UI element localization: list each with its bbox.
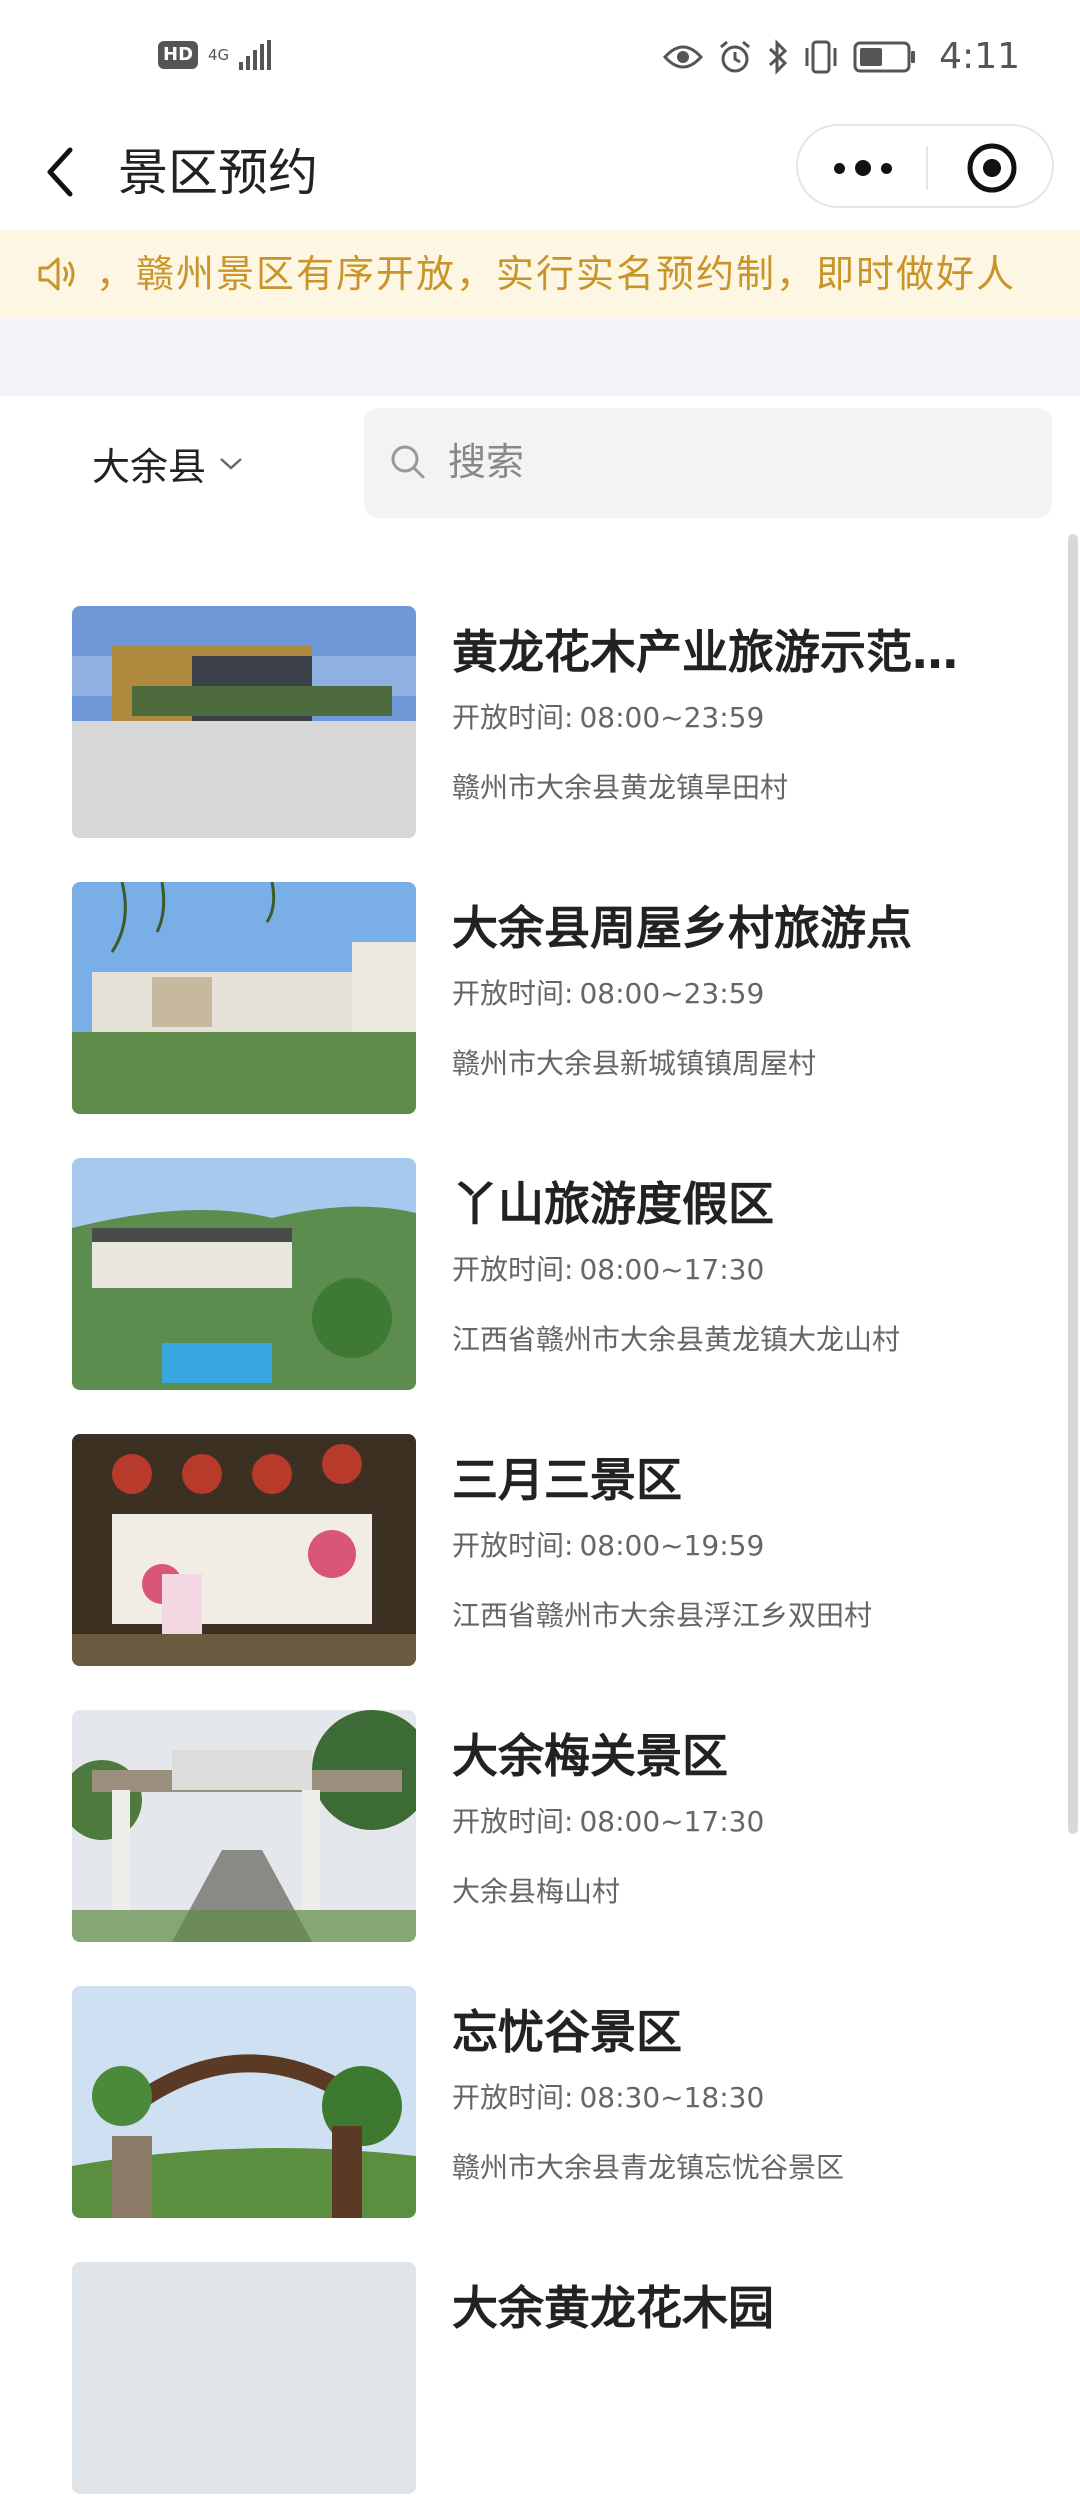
scenic-thumbnail bbox=[72, 1710, 416, 1942]
signal-icon bbox=[239, 40, 272, 70]
scenic-thumbnail bbox=[72, 882, 416, 1114]
item-hours: 开放时间: 08:00~23:59 bbox=[452, 974, 764, 1014]
item-address: 赣州市大余县新城镇镇周屋村 bbox=[452, 1047, 817, 1080]
item-title: 丫山旅游度假区 bbox=[452, 1177, 774, 1231]
item-title: 大余黄龙花木园 bbox=[452, 2281, 774, 2335]
target-close-icon bbox=[967, 143, 1017, 193]
filter-row: 大余县 搜索 bbox=[0, 396, 1080, 526]
item-address: 大余县梅山村 bbox=[452, 1875, 621, 1908]
item-address: 赣州市大余县黄龙镇旱田村 bbox=[452, 771, 789, 804]
list-item[interactable]: 忘忧谷景区 开放时间: 08:30~18:30 赣州市大余县青龙镇忘忧谷景区 bbox=[0, 1960, 1080, 2220]
search-icon bbox=[391, 445, 425, 479]
list-item[interactable]: 大余梅关景区 开放时间: 08:00~17:30 大余县梅山村 bbox=[0, 1684, 1080, 1944]
more-dot-icon bbox=[855, 160, 871, 176]
item-title: 黄龙花木产业旅游示范基地 bbox=[452, 625, 972, 679]
hours-label: 开放时间: bbox=[452, 701, 574, 734]
region-selector[interactable]: 大余县 bbox=[92, 436, 244, 491]
item-hours: 开放时间: 08:00~17:30 bbox=[452, 1802, 764, 1842]
list-item[interactable]: 黄龙花木产业旅游示范基地 开放时间: 08:00~23:59 赣州市大余县黄龙镇旱… bbox=[0, 580, 1080, 840]
hours-label: 开放时间: bbox=[452, 977, 574, 1010]
more-button[interactable] bbox=[828, 146, 898, 190]
item-hours: 开放时间: 08:30~18:30 bbox=[452, 2078, 764, 2118]
section-divider bbox=[0, 318, 1080, 396]
item-title: 三月三景区 bbox=[452, 1453, 682, 1507]
hours-label: 开放时间: bbox=[452, 1529, 574, 1562]
scenic-thumbnail bbox=[72, 606, 416, 838]
hours-value: 08:00~23:59 bbox=[579, 701, 765, 734]
hours-value: 08:30~18:30 bbox=[579, 2081, 765, 2114]
network-type: 4G bbox=[208, 46, 230, 64]
hours-value: 08:00~19:59 bbox=[579, 1529, 765, 1562]
battery-icon bbox=[853, 41, 916, 72]
search-input[interactable]: 搜索 bbox=[364, 408, 1052, 518]
hours-label: 开放时间: bbox=[452, 2081, 574, 2114]
more-dot-icon bbox=[834, 162, 845, 174]
mini-program-capsule bbox=[796, 124, 1054, 208]
hours-value: 08:00~17:30 bbox=[579, 1253, 765, 1286]
more-dot-icon bbox=[881, 162, 892, 174]
notice-text: ，赣州景区有序开放，实行实名预约制，即时做好人 bbox=[96, 252, 1017, 296]
item-title: 大余县周屋乡村旅游点 bbox=[452, 901, 912, 955]
hours-value: 08:00~23:59 bbox=[579, 977, 765, 1010]
list-item[interactable]: 丫山旅游度假区 开放时间: 08:00~17:30 江西省赣州市大余县黄龙镇大龙山… bbox=[0, 1132, 1080, 1392]
region-label: 大余县 bbox=[92, 445, 207, 489]
scenic-thumbnail bbox=[72, 1434, 416, 1666]
list-item[interactable]: 三月三景区 开放时间: 08:00~19:59 江西省赣州市大余县浮江乡双田村 bbox=[0, 1408, 1080, 1668]
scenic-thumbnail bbox=[72, 1158, 416, 1390]
bluetooth-icon bbox=[769, 38, 788, 75]
hours-label: 开放时间: bbox=[452, 1253, 574, 1286]
back-button[interactable] bbox=[38, 142, 88, 202]
item-hours: 开放时间: 08:00~17:30 bbox=[452, 1250, 764, 1290]
status-left: HD 4G bbox=[158, 40, 273, 70]
item-address: 江西省赣州市大余县浮江乡双田村 bbox=[452, 1599, 873, 1632]
page-title: 景区预约 bbox=[118, 144, 318, 202]
clock-time: 4:11 bbox=[939, 36, 1020, 77]
chevron-left-icon bbox=[47, 147, 73, 197]
speaker-icon bbox=[38, 257, 75, 291]
capsule-divider bbox=[926, 146, 928, 190]
close-mini-program-button[interactable] bbox=[966, 142, 1018, 194]
status-right: 4:11 bbox=[663, 36, 1020, 77]
hours-label: 开放时间: bbox=[452, 1805, 574, 1838]
item-hours: 开放时间: 08:00~23:59 bbox=[452, 698, 764, 738]
item-address: 江西省赣州市大余县黄龙镇大龙山村 bbox=[452, 1323, 901, 1356]
search-placeholder: 搜索 bbox=[448, 440, 525, 484]
chevron-down-icon bbox=[220, 457, 242, 470]
item-hours: 开放时间: 08:00~19:59 bbox=[452, 1526, 764, 1566]
scenic-thumbnail bbox=[72, 2262, 416, 2494]
item-title: 大余梅关景区 bbox=[452, 1729, 728, 1783]
scenic-thumbnail bbox=[72, 1986, 416, 2218]
notice-bar[interactable]: ，赣州景区有序开放，实行实名预约制，即时做好人 bbox=[0, 230, 1080, 318]
list-item[interactable]: 大余黄龙花木园 bbox=[0, 2236, 1080, 2496]
list-item[interactable]: 大余县周屋乡村旅游点 开放时间: 08:00~23:59 赣州市大余县新城镇镇周屋… bbox=[0, 856, 1080, 1116]
item-address: 赣州市大余县青龙镇忘忧谷景区 bbox=[452, 2151, 845, 2184]
hd-badge: HD bbox=[158, 41, 199, 69]
navigation-bar: 景区预约 bbox=[0, 120, 1080, 230]
vibrate-icon bbox=[805, 40, 837, 73]
item-title: 忘忧谷景区 bbox=[452, 2005, 682, 2059]
status-bar: HD 4G 4:11 bbox=[0, 0, 1080, 120]
alarm-icon bbox=[720, 40, 751, 72]
eye-icon bbox=[663, 45, 704, 68]
hours-value: 08:00~17:30 bbox=[579, 1805, 765, 1838]
